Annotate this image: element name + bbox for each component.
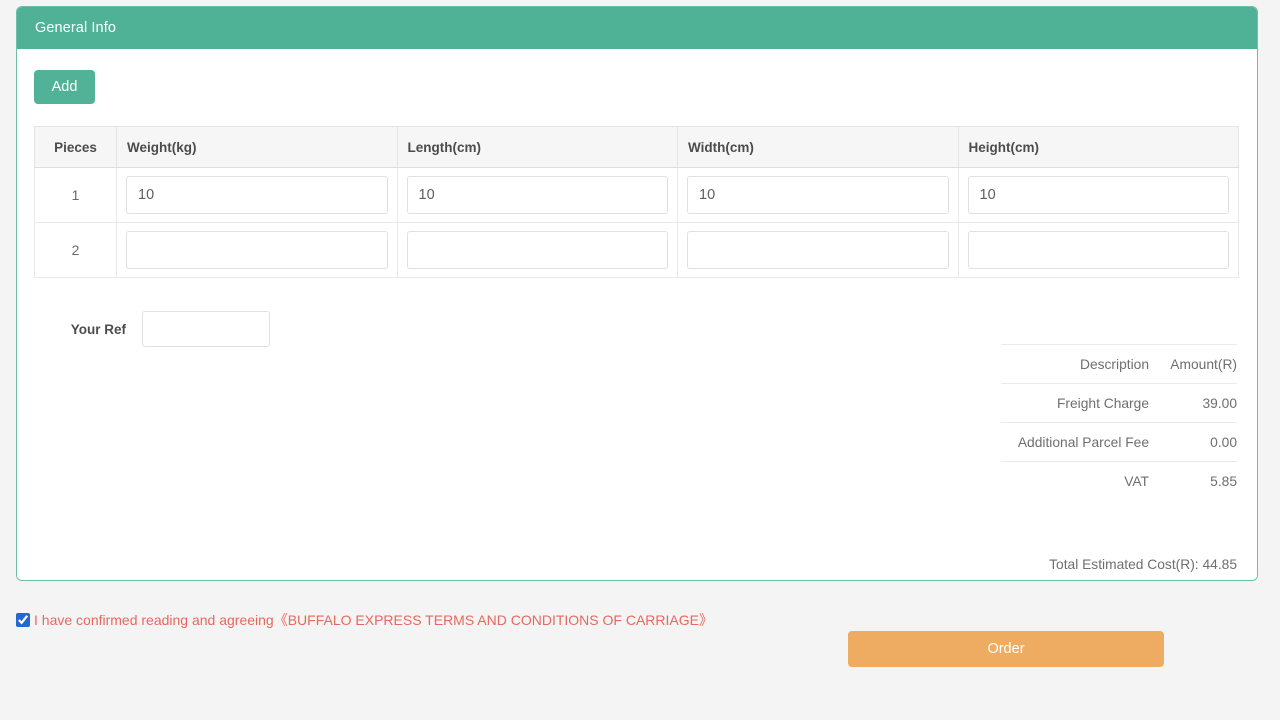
terms-agreement-checkbox[interactable] — [16, 613, 30, 627]
summary-header-description: Description — [1001, 345, 1163, 384]
summary-header-amount: Amount(R) — [1163, 345, 1237, 384]
column-header-height: Height(cm) — [958, 127, 1239, 168]
total-estimated-cost: Total Estimated Cost(R): 44.85 — [537, 554, 1237, 576]
cost-disclaimer-note: Please note the actual cost will be calc… — [537, 576, 1237, 581]
table-row: 1 — [35, 168, 1239, 223]
terms-agreement-row: I have confirmed reading and agreeing 《B… — [16, 610, 713, 630]
parcel-table-head: Pieces Weight(kg) Length(cm) Width(cm) H… — [35, 127, 1239, 168]
column-header-pieces: Pieces — [35, 127, 117, 168]
row-2-piece-number: 2 — [35, 223, 117, 278]
summary-freight-charge-label: Freight Charge — [1001, 384, 1163, 423]
row-2-length-cell — [397, 223, 678, 278]
panel-body: Add Pieces Weight(kg) Length(cm) Width(c… — [17, 49, 1257, 580]
your-ref-label: Your Ref — [34, 322, 142, 337]
row-1-piece-number: 1 — [35, 168, 117, 223]
panel-header: General Info — [17, 7, 1257, 49]
cost-summary-table: Description Amount(R) Freight Charge 39.… — [1001, 344, 1237, 501]
add-parcel-row-button[interactable]: Add — [34, 70, 95, 104]
general-info-panel: General Info Add Pieces Weight(kg) Lengt… — [16, 6, 1258, 581]
row-1-length-input[interactable] — [407, 176, 669, 214]
table-row: Additional Parcel Fee 0.00 — [1001, 423, 1237, 462]
row-1-width-cell — [678, 168, 959, 223]
summary-additional-parcel-fee-amount: 0.00 — [1163, 423, 1237, 462]
summary-header-row: Description Amount(R) — [1001, 345, 1237, 384]
column-header-weight: Weight(kg) — [117, 127, 398, 168]
column-header-width: Width(cm) — [678, 127, 959, 168]
order-button[interactable]: Order — [848, 631, 1164, 667]
row-2-height-cell — [958, 223, 1239, 278]
row-1-weight-input[interactable] — [126, 176, 388, 214]
page-root: General Info Add Pieces Weight(kg) Lengt… — [0, 0, 1280, 720]
row-2-width-input[interactable] — [687, 231, 949, 269]
total-cost-block: Total Estimated Cost(R): 44.85 Please no… — [537, 554, 1237, 581]
row-1-weight-cell — [117, 168, 398, 223]
row-1-height-cell — [958, 168, 1239, 223]
row-2-weight-input[interactable] — [126, 231, 388, 269]
row-2-width-cell — [678, 223, 959, 278]
terms-and-conditions-link[interactable]: 《BUFFALO EXPRESS TERMS AND CONDITIONS OF… — [274, 610, 713, 630]
summary-vat-amount: 5.85 — [1163, 462, 1237, 501]
row-2-height-input[interactable] — [968, 231, 1230, 269]
row-2-weight-cell — [117, 223, 398, 278]
table-row: VAT 5.85 — [1001, 462, 1237, 501]
column-header-length: Length(cm) — [397, 127, 678, 168]
parcel-table-body: 1 — [35, 168, 1239, 278]
row-2-length-input[interactable] — [407, 231, 669, 269]
parcel-dimensions-table: Pieces Weight(kg) Length(cm) Width(cm) H… — [34, 126, 1239, 278]
table-row: 2 — [35, 223, 1239, 278]
your-ref-input[interactable] — [142, 311, 270, 347]
summary-additional-parcel-fee-label: Additional Parcel Fee — [1001, 423, 1163, 462]
summary-freight-charge-amount: 39.00 — [1163, 384, 1237, 423]
terms-agreement-text: I have confirmed reading and agreeing — [34, 612, 274, 628]
parcel-table-header-row: Pieces Weight(kg) Length(cm) Width(cm) H… — [35, 127, 1239, 168]
row-1-height-input[interactable] — [968, 176, 1230, 214]
row-1-length-cell — [397, 168, 678, 223]
row-1-width-input[interactable] — [687, 176, 949, 214]
your-ref-field-group: Your Ref — [34, 311, 270, 347]
table-row: Freight Charge 39.00 — [1001, 384, 1237, 423]
panel-title: General Info — [35, 20, 116, 36]
summary-vat-label: VAT — [1001, 462, 1163, 501]
cost-summary: Description Amount(R) Freight Charge 39.… — [1001, 344, 1237, 501]
